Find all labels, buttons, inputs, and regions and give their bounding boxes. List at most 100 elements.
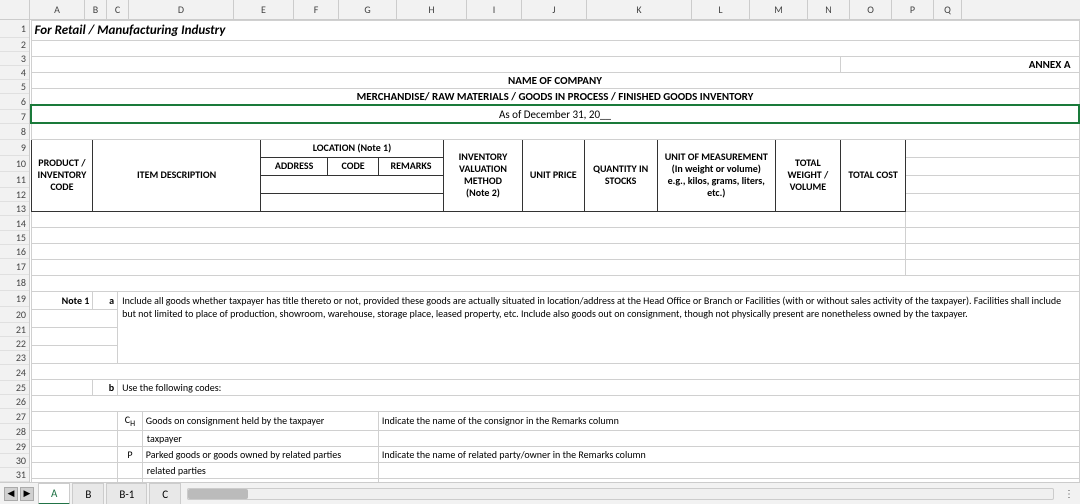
cell-header-location: LOCATION (Note 1)	[260, 139, 443, 157]
cell-r10-loc	[260, 175, 443, 193]
cell-header-total-weight: TOTAL WEIGHT / VOLUME	[775, 139, 840, 211]
row-5: MERCHANDISE/ RAW MATERIALS / GOODS IN PR…	[31, 89, 1079, 106]
cell-r26-ab	[31, 446, 118, 462]
cell-r7	[31, 123, 1079, 139]
corner-cell	[0, 0, 30, 19]
cell-r25-right	[378, 430, 1079, 446]
tab-nav-prev[interactable]: ◀	[4, 487, 18, 501]
cell-r27-ab	[31, 462, 118, 478]
col-d[interactable]: D	[129, 0, 234, 19]
col-h[interactable]: H	[397, 0, 467, 19]
row-2	[31, 41, 1079, 57]
cell-note1b-codes: Use the following codes:	[118, 379, 1079, 395]
tab-navigation: ◀ ▶	[0, 487, 38, 501]
cell-r27-related: related parties	[142, 462, 378, 478]
col-k[interactable]: K	[587, 0, 692, 19]
cell-header-address: ADDRESS	[260, 157, 327, 175]
row-10-num: 10	[0, 156, 29, 172]
col-i[interactable]: I	[467, 0, 522, 19]
cell-code-ch-desc: Goods on consignment held by the taxpaye…	[142, 411, 378, 430]
sheet-tab-b[interactable]: B	[72, 483, 104, 504]
col-l[interactable]: L	[692, 0, 750, 19]
cell-r14-right	[906, 243, 1079, 259]
col-m[interactable]: M	[750, 0, 808, 19]
cell-code-ch: CH	[118, 411, 143, 430]
cell-r18	[31, 309, 118, 327]
col-c[interactable]: C	[107, 0, 129, 19]
row-25: taxpayer	[31, 430, 1079, 446]
row-numbers: 1 2 3 4 5 6 7 8 9 10 11 12 13 14 15 16 1…	[0, 20, 30, 482]
cell-code-p: P	[118, 446, 143, 462]
row-9-num: 9	[0, 140, 29, 156]
row-24: CH Goods on consignment held by the taxp…	[31, 411, 1079, 430]
cell-note1a-label: a	[93, 291, 118, 309]
cell-note1-label: Note 1	[31, 291, 93, 309]
row-27-num: 27	[0, 409, 29, 423]
scrollbar-thumb	[188, 489, 248, 499]
cell-r12[interactable]	[31, 211, 906, 227]
horizontal-scrollbar[interactable]	[187, 488, 1054, 500]
cell-header-uom: UNIT OF MEASUREMENT (In weight or volume…	[657, 139, 775, 211]
col-p[interactable]: P	[892, 0, 934, 19]
status-bar: ⋮	[1058, 487, 1080, 500]
row-15	[31, 259, 1079, 275]
column-headers: A B C D E F G H I J K L M N O P Q	[0, 0, 1080, 20]
row-21-num: 21	[0, 323, 29, 337]
col-j[interactable]: J	[522, 0, 587, 19]
cell-r11-empty	[906, 193, 1079, 211]
row-6: As of December 31, 20__	[31, 105, 1079, 123]
row-24-num: 24	[0, 365, 29, 381]
row-26-num: 26	[0, 395, 29, 409]
cell-header-unit-price: UNIT PRICE	[522, 139, 584, 211]
cell-r23	[31, 395, 1079, 411]
col-a[interactable]: A	[30, 0, 85, 19]
spreadsheet-app: A B C D E F G H I J K L M N O P Q 1 2 3 …	[0, 0, 1080, 504]
cell-r15[interactable]	[31, 259, 906, 275]
cell-r6-asof[interactable]: As of December 31, 20__	[31, 105, 1079, 123]
cell-code-o-desc: Goods owned by the taxpayer	[142, 478, 378, 482]
tab-nav-next[interactable]: ▶	[20, 487, 34, 501]
row-7	[31, 123, 1079, 139]
cell-r4-company: NAME OF COMPANY	[31, 73, 1079, 89]
grid-content: For Retail / Manufacturing Industry ANNE…	[30, 20, 1080, 482]
row-21	[31, 363, 1079, 379]
sheet-tab-a[interactable]: A	[38, 483, 70, 504]
col-b[interactable]: B	[85, 0, 107, 19]
row-31-num: 31	[0, 468, 29, 482]
col-q[interactable]: Q	[934, 0, 962, 19]
col-e[interactable]: E	[234, 0, 294, 19]
col-n[interactable]: N	[808, 0, 850, 19]
cell-r25-ab	[31, 430, 118, 446]
sheet-tab-b1[interactable]: B-1	[106, 483, 147, 504]
row-1: For Retail / Manufacturing Industry	[31, 21, 1079, 41]
cell-code-ch-remark: Indicate the name of the consignor in th…	[378, 411, 1079, 430]
row-11-num: 11	[0, 172, 29, 188]
row-27: related parties	[31, 462, 1079, 478]
cell-r3-annex: ANNEX A	[840, 57, 1079, 73]
col-g[interactable]: G	[339, 0, 397, 19]
cell-r13[interactable]	[31, 227, 906, 243]
row-3-num: 3	[0, 52, 29, 66]
sheet-tab-c[interactable]: C	[149, 483, 181, 504]
cell-r1-title[interactable]: For Retail / Manufacturing Industry	[31, 21, 1079, 41]
cell-r5-subtitle: MERCHANDISE/ RAW MATERIALS / GOODS IN PR…	[31, 89, 1079, 106]
col-f[interactable]: F	[294, 0, 339, 19]
row-12-num: 12	[0, 188, 29, 202]
main-grid-area: 1 2 3 4 5 6 7 8 9 10 11 12 13 14 15 16 1…	[0, 20, 1080, 482]
cell-r22-a	[31, 379, 93, 395]
cell-r13-right	[906, 227, 1079, 243]
cell-r16	[31, 275, 1079, 291]
cell-header-qty: QUANTITY IN STOCKS	[584, 139, 657, 211]
cell-header-item-desc: ITEM DESCRIPTION	[93, 139, 261, 211]
cell-header-remarks: REMARKS	[378, 157, 443, 175]
row-22-num: 22	[0, 337, 29, 351]
row-30-num: 30	[0, 454, 29, 468]
row-28-num: 28	[0, 424, 29, 440]
cell-r14[interactable]	[31, 243, 906, 259]
row-16-num: 16	[0, 245, 29, 259]
row-15-num: 15	[0, 231, 29, 245]
col-o[interactable]: O	[850, 0, 892, 19]
row-29-num: 29	[0, 440, 29, 454]
row-19-num: 19	[0, 291, 29, 307]
cell-r24-ab	[31, 411, 118, 430]
